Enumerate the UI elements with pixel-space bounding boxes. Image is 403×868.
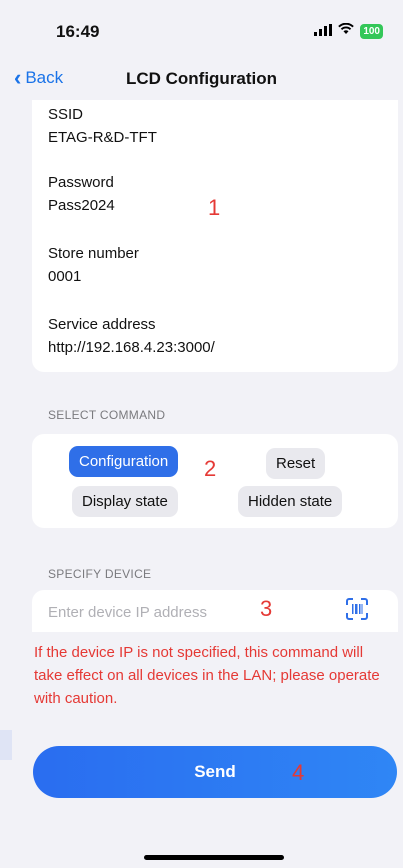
command-card: Configuration Reset Display state Hidden…: [32, 434, 398, 528]
annotation-4: 4: [292, 760, 305, 785]
page-title: LCD Configuration: [125, 69, 278, 88]
side-tab: [0, 730, 12, 760]
annotation-3: 3: [260, 596, 273, 621]
navigation-bar: ‹ Back LCD Configuration: [0, 60, 403, 100]
field-value: 0001: [48, 268, 82, 285]
command-hidden-state-button[interactable]: Hidden state: [238, 486, 343, 517]
command-configuration-button[interactable]: Configuration: [69, 446, 179, 477]
field-value: Pass2024: [48, 197, 115, 214]
barcode-scan-icon[interactable]: [346, 598, 368, 625]
signal-icon: [314, 23, 333, 39]
battery-icon: 100: [360, 23, 383, 39]
section-title-select-command: SELECT COMMAND: [48, 408, 166, 422]
send-label: Send: [194, 762, 236, 781]
command-reset-button[interactable]: Reset: [266, 448, 326, 479]
field-label: SSID: [48, 106, 84, 123]
field-store-number[interactable]: Store number 0001: [48, 245, 139, 285]
status-time: 16:49: [56, 22, 100, 41]
field-ssid[interactable]: SSID ETAG-R&D-TFT: [48, 106, 157, 146]
warning-message: If the device IP is not specified, this …: [34, 644, 380, 707]
field-value: http://192.168.4.23:3000/: [48, 339, 215, 356]
wifi-icon: [338, 22, 355, 40]
field-label: Service address: [48, 316, 156, 333]
field-service-address[interactable]: Service address http://192.168.4.23:3000…: [48, 316, 215, 356]
annotation-2: 2: [204, 456, 217, 481]
status-icons: 100: [314, 22, 383, 40]
field-label: Password: [48, 174, 114, 191]
home-indicator: [144, 855, 284, 860]
send-button[interactable]: Send: [33, 746, 397, 798]
status-bar: 16:49 100: [0, 0, 403, 60]
section-title-specify-device: SPECIFY DEVICE: [48, 567, 152, 581]
field-label: Store number: [48, 245, 139, 262]
field-password[interactable]: Password Pass2024: [48, 174, 115, 214]
annotation-1: 1: [208, 195, 221, 220]
command-display-state-button[interactable]: Display state: [72, 486, 178, 517]
device-card: 3: [32, 590, 398, 632]
wifi-settings-card: SSID ETAG-R&D-TFT Password Pass2024 Stor…: [32, 100, 398, 372]
field-value: ETAG-R&D-TFT: [48, 129, 157, 146]
